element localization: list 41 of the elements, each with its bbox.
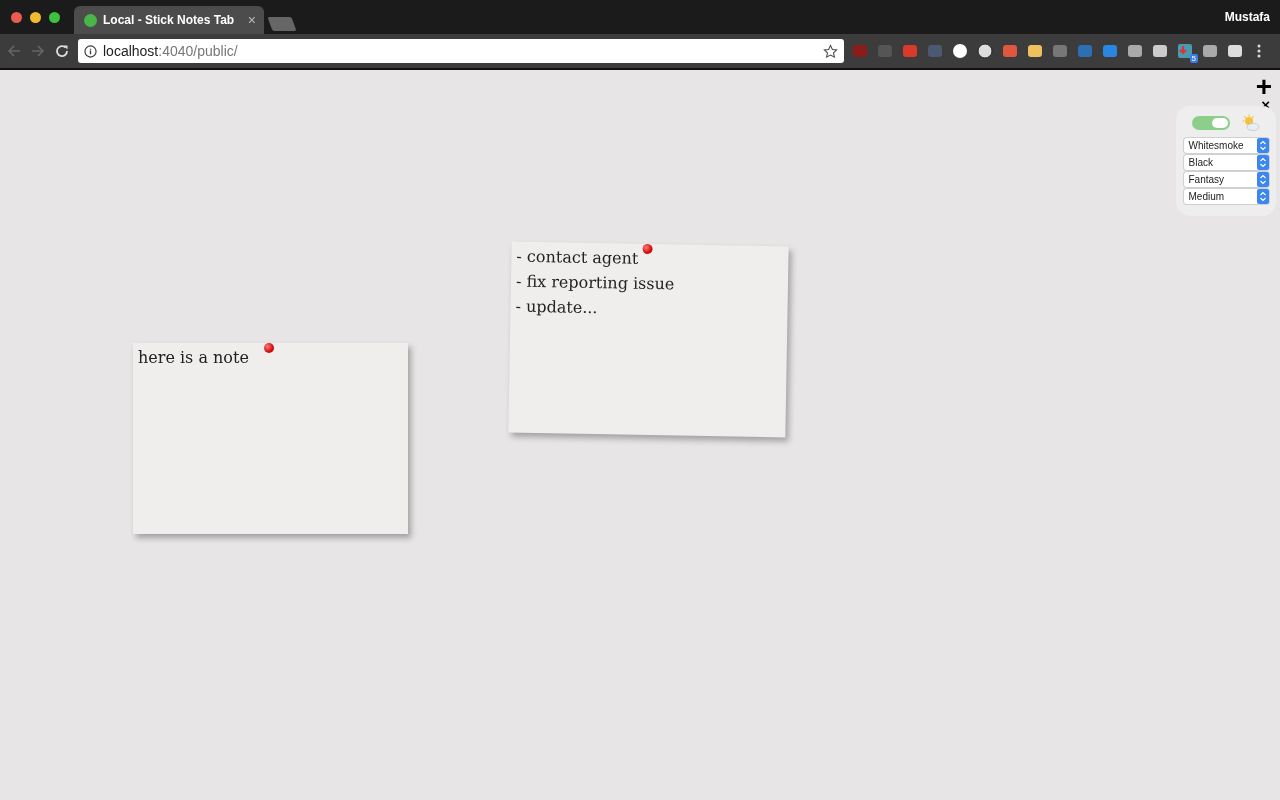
dropdown[interactable]: Fantasy xyxy=(1183,172,1269,187)
minimize-window-button[interactable] xyxy=(30,11,41,23)
url-text: localhost:4040/public/ xyxy=(103,43,239,59)
sticky-note[interactable]: - contact agent - fix reporting issue - update... xyxy=(508,241,789,438)
extension-badge: 5 xyxy=(1189,54,1198,63)
address-bar[interactable]: localhost:4040/public/ xyxy=(78,39,844,63)
sticky-note[interactable]: here is a note xyxy=(133,343,408,534)
extension-icon[interactable] xyxy=(977,43,993,59)
extension-icon[interactable] xyxy=(1127,43,1143,59)
tab-title: Local - Stick Notes Tab xyxy=(103,13,236,27)
updown-arrow-icon xyxy=(1256,189,1269,204)
dropdown[interactable]: Whitesmoke xyxy=(1183,138,1269,153)
reload-icon[interactable] xyxy=(54,43,70,59)
bookmark-star-icon[interactable] xyxy=(823,43,838,59)
extension-icon[interactable] xyxy=(1027,43,1043,59)
updown-arrow-icon xyxy=(1256,172,1269,187)
add-note-button[interactable]: + xyxy=(1255,74,1272,100)
info-icon[interactable] xyxy=(84,44,97,58)
pushpin-icon xyxy=(642,243,653,255)
zoom-window-button[interactable] xyxy=(49,11,60,23)
favicon-icon xyxy=(84,13,97,27)
profile-name[interactable]: Mustafa xyxy=(1224,10,1280,24)
browser-tab[interactable]: Local - Stick Notes Tab × xyxy=(74,6,264,34)
dropdown[interactable]: Black xyxy=(1183,155,1269,170)
note-text: - fix reporting issue xyxy=(515,270,675,296)
new-tab-button[interactable] xyxy=(267,17,297,31)
note-text: - update... xyxy=(515,295,598,320)
updown-arrow-icon xyxy=(1256,138,1269,153)
note-text: here is a note xyxy=(138,347,249,369)
extension-icon[interactable] xyxy=(1152,43,1168,59)
close-window-button[interactable] xyxy=(11,11,22,23)
updown-arrow-icon xyxy=(1256,155,1269,170)
menu-icon[interactable] xyxy=(1257,43,1261,59)
note-text: - contact agent xyxy=(516,245,639,270)
tab-close-button[interactable]: × xyxy=(247,12,256,28)
extension-icon[interactable] xyxy=(1202,43,1218,59)
toggle-switch[interactable] xyxy=(1192,116,1230,130)
extension-icon[interactable] xyxy=(1227,43,1243,59)
pushpin-icon xyxy=(264,343,274,353)
extension-icon[interactable] xyxy=(952,43,968,59)
dropdown[interactable]: Medium xyxy=(1183,189,1269,204)
